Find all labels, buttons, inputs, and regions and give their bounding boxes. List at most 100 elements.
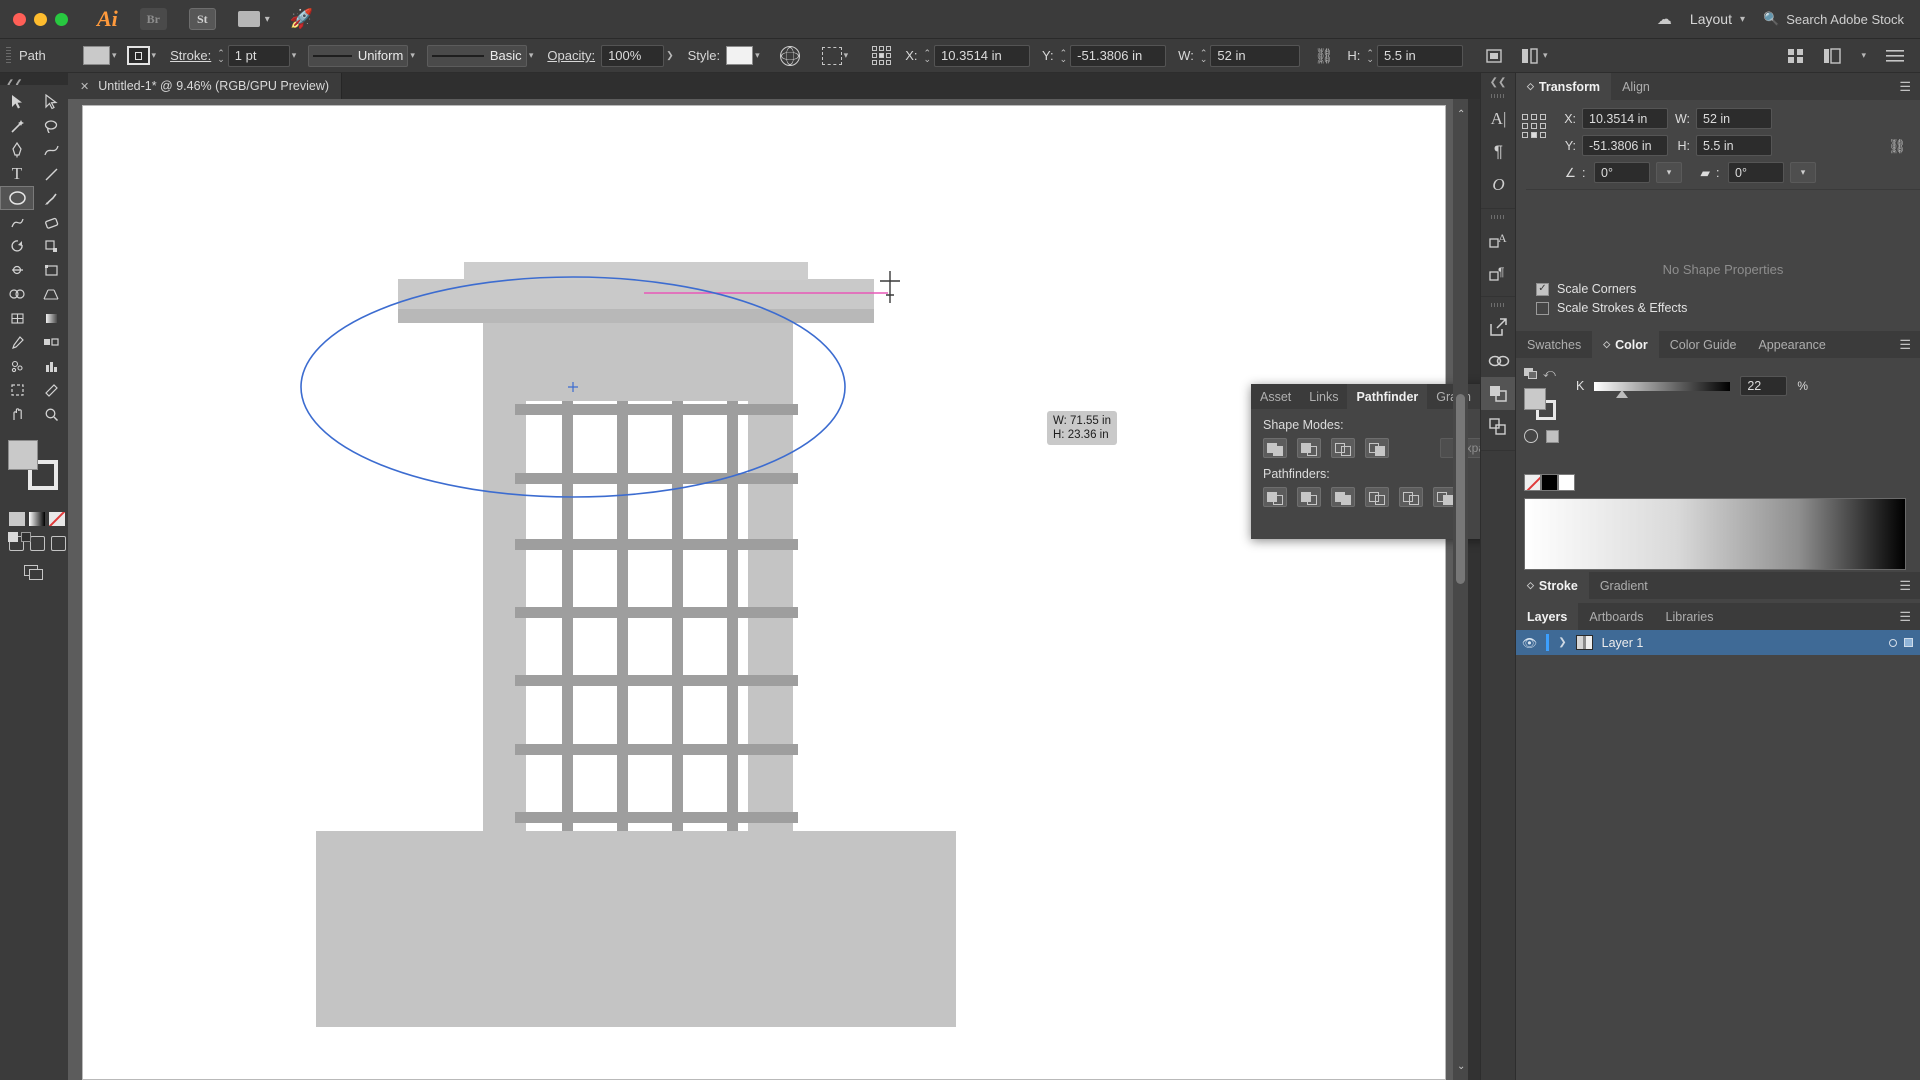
outline-button[interactable] [1399, 487, 1423, 507]
divide-button[interactable] [1263, 487, 1287, 507]
opacity-field[interactable]: 100% [601, 45, 664, 67]
paragraph-styles-icon[interactable]: ¶ [1481, 256, 1516, 289]
chevron-right-icon[interactable]: ❯ [666, 50, 674, 61]
panel-menu-icon[interactable]: ☰ [1899, 603, 1920, 630]
shaper-tool[interactable] [0, 210, 34, 234]
close-tab-icon[interactable]: ✕ [80, 80, 89, 93]
rail-grip[interactable] [1491, 94, 1505, 98]
panel-menu-icon[interactable]: ☰ [1899, 73, 1920, 100]
crop-button[interactable] [1365, 487, 1389, 507]
selection-tool[interactable] [0, 90, 34, 114]
symbol-sprayer-tool[interactable] [0, 354, 34, 378]
hand-tool[interactable] [0, 402, 34, 426]
color-globe-icon[interactable] [1524, 429, 1538, 443]
curvature-tool[interactable] [34, 138, 68, 162]
unite-button[interactable] [1263, 438, 1287, 458]
tab-asset-export[interactable]: Asset [1251, 384, 1300, 409]
k-value-field[interactable]: 22 [1740, 376, 1787, 396]
eye-icon[interactable]: 👁 [1522, 636, 1537, 650]
scale-strokes-row[interactable]: ✓ Scale Strokes & Effects [1526, 296, 1920, 315]
none-color-icon[interactable] [49, 512, 65, 526]
screen-mode-icon[interactable] [24, 565, 44, 581]
distribute-objects-icon[interactable] [1519, 46, 1541, 66]
tab-swatches[interactable]: Swatches [1516, 331, 1592, 358]
panel-menu-icon[interactable]: ☰ [1899, 331, 1920, 358]
column-graph-tool[interactable] [34, 354, 68, 378]
layer-name[interactable]: Layer 1 [1602, 636, 1644, 650]
scale-strokes-checkbox[interactable]: ✓ [1536, 302, 1549, 315]
color-square-icon[interactable] [1546, 430, 1559, 443]
magic-wand-tool[interactable] [0, 114, 34, 138]
fill-stroke-indicator[interactable] [1524, 368, 1537, 380]
tab-align[interactable]: Align [1611, 73, 1661, 100]
opentype-panel-icon[interactable]: O [1481, 168, 1516, 201]
stock-button[interactable]: St [189, 8, 216, 30]
slice-tool[interactable] [34, 378, 68, 402]
bridge-button[interactable]: Br [140, 8, 167, 30]
artboard-tool[interactable] [0, 378, 34, 402]
transform-icon[interactable] [872, 46, 891, 65]
graphic-style-swatch[interactable] [726, 46, 753, 65]
exclude-button[interactable] [1365, 438, 1389, 458]
cloud-documents-icon[interactable]: ☁ [1657, 10, 1672, 28]
rail-grip[interactable] [1491, 303, 1505, 307]
minimize-window-button[interactable] [34, 13, 47, 26]
free-transform-tool[interactable] [34, 258, 68, 282]
swap-fill-stroke-icon[interactable] [21, 532, 31, 542]
stock-search-field[interactable]: 🔍 Search Adobe Stock [1763, 11, 1904, 27]
align-panel-icon[interactable] [1481, 410, 1516, 443]
color-fill-stroke-controls[interactable] [1524, 388, 1558, 420]
type-tool[interactable]: T [0, 162, 34, 186]
document-tab[interactable]: ✕ Untitled-1* @ 9.46% (RGB/GPU Preview) [68, 73, 342, 99]
building-facade-illustration[interactable] [68, 99, 1468, 1080]
shape-builder-tool[interactable] [0, 282, 34, 306]
gradient-icon[interactable] [29, 512, 45, 526]
asset-export-icon[interactable] [1481, 311, 1516, 344]
chevron-down-icon[interactable]: ▾ [410, 50, 415, 61]
tab-stroke[interactable]: ◇ Stroke [1516, 572, 1589, 599]
x-field[interactable]: 10.3514 in [934, 45, 1030, 67]
swap-fill-stroke-icon[interactable]: ⤺ [1543, 366, 1556, 381]
merge-button[interactable] [1331, 487, 1355, 507]
transform-y-field[interactable]: -51.3806 in [1582, 135, 1668, 156]
color-spectrum-ramp[interactable] [1524, 498, 1906, 570]
black-swatch[interactable] [1541, 474, 1558, 491]
trim-button[interactable] [1297, 487, 1321, 507]
default-fill-stroke-icon[interactable] [8, 532, 18, 542]
recolor-artwork-icon[interactable] [780, 46, 800, 66]
h-field[interactable]: 5.5 in [1377, 45, 1463, 67]
none-black-white-swatches[interactable] [1524, 474, 1575, 491]
tab-libraries[interactable]: Libraries [1655, 603, 1725, 630]
solid-color-icon[interactable] [9, 512, 25, 526]
collapse-panels-icon[interactable]: ❮❮ [1481, 73, 1515, 88]
y-field[interactable]: -51.3806 in [1070, 45, 1166, 67]
w-field[interactable]: 52 in [1210, 45, 1300, 67]
fill-color-swatch[interactable] [83, 46, 110, 65]
white-swatch[interactable] [1558, 474, 1575, 491]
panel-menu-icon[interactable]: ☰ [1899, 572, 1920, 599]
broken-link-icon[interactable]: ⛓ [1314, 47, 1333, 65]
rotate-dropdown[interactable]: ▾ [1656, 162, 1682, 183]
transform-w-field[interactable]: 52 in [1696, 108, 1772, 129]
document-setup-icon[interactable] [1787, 48, 1805, 64]
w-stepper[interactable]: ⌃⌄ [1200, 50, 1208, 62]
arrange-documents-button[interactable]: ▾ [238, 11, 270, 27]
stroke-color-swatch[interactable] [127, 46, 150, 65]
scroll-down-arrow[interactable]: ⌄ [1457, 1061, 1465, 1072]
scroll-up-arrow[interactable]: ⌃ [1457, 109, 1465, 120]
fill-swatch[interactable] [8, 440, 38, 470]
rail-grip[interactable] [1491, 215, 1505, 219]
tab-layers[interactable]: Layers [1516, 603, 1578, 630]
stroke-weight-stepper[interactable]: ⌃⌄ [217, 50, 225, 62]
hamburger-menu-icon[interactable] [1886, 49, 1904, 63]
canvas-vertical-scrollbar[interactable]: ⌃ ⌄ [1453, 99, 1468, 1080]
zoom-tool[interactable] [34, 402, 68, 426]
tab-color-guide[interactable]: Color Guide [1659, 331, 1748, 358]
scrollbar-thumb[interactable] [1456, 394, 1465, 584]
chevron-down-icon[interactable]: ▾ [529, 50, 534, 61]
x-stepper[interactable]: ⌃⌄ [924, 50, 932, 62]
eyedropper-tool[interactable] [0, 330, 34, 354]
direct-selection-tool[interactable] [34, 90, 68, 114]
fill-stroke-controls[interactable] [8, 440, 64, 492]
table-row[interactable]: 👁 ❯ Layer 1 [1516, 630, 1920, 655]
